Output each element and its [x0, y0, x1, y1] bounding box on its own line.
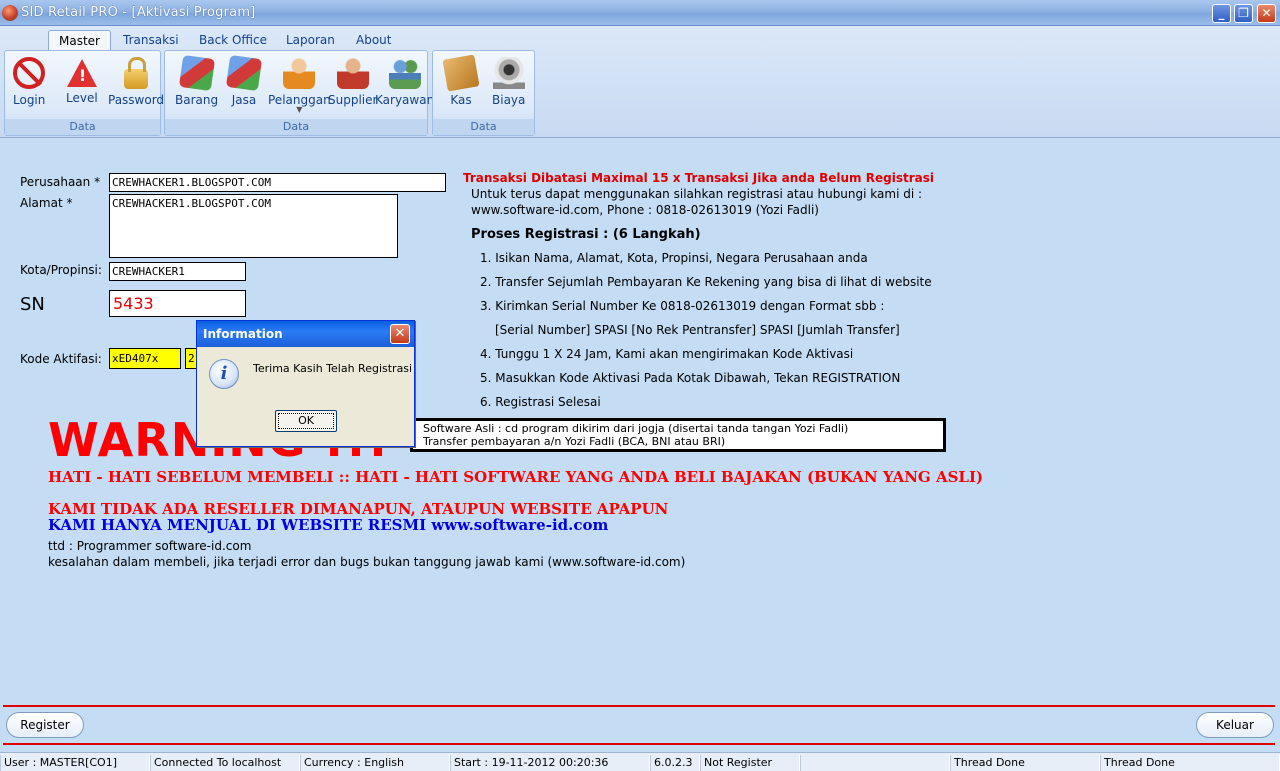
biaya-button[interactable]: Biaya: [492, 55, 525, 107]
info-line-1: Untuk terus dapat menggunakan silahkan r…: [471, 187, 923, 201]
kode-aktifasi-label: Kode Aktifasi:: [20, 352, 102, 366]
login-icon: [13, 57, 46, 89]
kas-label: Kas: [450, 93, 472, 107]
sn-label: SN: [20, 294, 45, 315]
tab-about[interactable]: About: [346, 30, 401, 50]
cube-icon: [225, 54, 263, 92]
group-caption: Data: [433, 119, 534, 135]
customer-icon: [283, 57, 316, 89]
status-registration: Not Register: [700, 755, 800, 771]
karyawan-label: Karyawan: [375, 93, 435, 107]
window-title: SID Retail PRO - [Aktivasi Program]: [21, 5, 256, 20]
keluar-button[interactable]: Keluar: [1196, 712, 1274, 738]
password-button[interactable]: Password: [108, 55, 164, 107]
registration-step: 2. Transfer Sejumlah Pembayaran Ke Reken…: [480, 275, 932, 289]
dialog-message: Terima Kasih Telah Registrasi: [253, 362, 413, 375]
barang-label: Barang: [175, 93, 219, 107]
app-icon[interactable]: [2, 5, 18, 21]
info-line-2: www.software-id.com, Phone : 0818-026130…: [471, 203, 819, 217]
perusahaan-input[interactable]: CREWHACKER1.BLOGSPOT.COM: [109, 173, 446, 192]
info-icon: i: [209, 359, 239, 389]
status-connection: Connected To localhost: [150, 755, 300, 771]
status-thread-2: Thread Done: [1100, 755, 1280, 771]
tab-master[interactable]: Master: [48, 30, 111, 50]
original-software-notice: Software Asli : cd program dikirim dari …: [410, 418, 946, 452]
title-bar: SID Retail PRO - [Aktivasi Program] _ ❐ …: [0, 0, 1280, 26]
registration-step: 5. Masukkan Kode Aktivasi Pada Kotak Dib…: [480, 371, 901, 385]
serial-number-field[interactable]: 5433: [109, 290, 246, 317]
kas-button[interactable]: Kas: [442, 54, 480, 107]
perusahaan-label: Perusahaan *: [20, 175, 101, 189]
lock-icon: [124, 57, 149, 89]
cube-icon: [178, 54, 215, 92]
divider: [3, 705, 1275, 707]
register-button[interactable]: Register: [6, 712, 84, 738]
ribbon-group-finance: Kas Biaya Data: [432, 50, 535, 136]
status-thread-1: Thread Done: [950, 755, 1100, 771]
dialog-close-button[interactable]: ✕: [390, 324, 410, 344]
level-button[interactable]: Level: [66, 55, 98, 105]
registration-step: 3. Kirimkan Serial Number Ke 0818-026130…: [480, 299, 885, 313]
transaction-limit-headline: Transaksi Dibatasi Maximal 15 x Transaks…: [463, 171, 934, 185]
registration-step-format: [Serial Number] SPASI [No Rek Pentransfe…: [495, 323, 900, 337]
tab-laporan[interactable]: Laporan: [276, 30, 345, 50]
supplier-label: Supplier: [328, 93, 378, 107]
registration-step: 6. Registrasi Selesai: [480, 395, 601, 409]
dropdown-caret-icon[interactable]: ▼: [268, 106, 331, 114]
group-caption: Data: [165, 119, 427, 135]
warning-icon: [66, 59, 97, 87]
information-dialog: Information ✕ i Terima Kasih Telah Regis…: [196, 320, 415, 447]
notice-line-1: Software Asli : cd program dikirim dari …: [423, 422, 849, 435]
login-button[interactable]: Login: [13, 55, 45, 107]
status-empty: [800, 755, 950, 771]
tab-back-office[interactable]: Back Office: [189, 30, 277, 50]
supplier-icon: [336, 57, 369, 89]
supplier-button[interactable]: Supplier: [328, 55, 377, 107]
alamat-textarea[interactable]: CREWHACKER1.BLOGSPOT.COM: [109, 194, 398, 258]
close-button[interactable]: ✕: [1257, 4, 1276, 23]
status-user: User : MASTER[CO1]: [0, 755, 150, 771]
biaya-label: Biaya: [492, 93, 526, 107]
employees-icon: [388, 57, 421, 89]
ribbon: Master Transaksi Back Office Laporan Abo…: [0, 26, 1280, 138]
ribbon-group-master-data: Barang Jasa Pelanggan ▼ Supplier Karyawa…: [164, 50, 434, 136]
warning-line-1: HATI - HATI SEBELUM MEMBELI :: HATI - HA…: [48, 468, 984, 486]
tab-transaksi[interactable]: Transaksi: [113, 30, 189, 50]
status-version: 6.0.2.3: [650, 755, 700, 771]
kota-label: Kota/Propinsi:: [20, 263, 102, 277]
level-label: Level: [66, 91, 98, 105]
activation-code-input-1[interactable]: xED407x: [109, 348, 181, 369]
karyawan-button[interactable]: Karyawan: [375, 55, 434, 107]
kota-input[interactable]: CREWHACKER1: [109, 262, 246, 281]
ribbon-group-security: Login Level Password Data: [4, 50, 164, 136]
status-start-time: Start : 19-11-2012 00:20:36: [450, 755, 650, 771]
status-currency: Currency : English: [300, 755, 450, 771]
registration-step: 1. Isikan Nama, Alamat, Kota, Propinsi, …: [480, 251, 868, 265]
ok-button[interactable]: OK: [275, 410, 337, 432]
minimize-button[interactable]: _: [1212, 4, 1231, 23]
jasa-label: Jasa: [231, 93, 257, 107]
dialog-title: Information: [203, 327, 283, 341]
notice-line-2: Transfer pembayaran a/n Yozi Fadli (BCA,…: [423, 435, 726, 448]
jasa-button[interactable]: Jasa: [225, 54, 263, 107]
restore-button[interactable]: ❐: [1234, 4, 1253, 23]
registration-process-heading: Proses Registrasi : (6 Langkah): [471, 227, 701, 242]
pelanggan-button[interactable]: Pelanggan ▼: [268, 55, 331, 114]
signature-text: ttd : Programmer software-id.com: [48, 539, 252, 553]
group-caption: Data: [5, 119, 160, 135]
alamat-label: Alamat *: [20, 196, 73, 210]
cash-book-icon: [442, 54, 480, 92]
warning-line-3: KAMI HANYA MENJUAL DI WEBSITE RESMI www.…: [48, 516, 609, 534]
disclaimer-text: kesalahan dalam membeli, jika terjadi er…: [48, 555, 686, 569]
dialog-title-bar: Information ✕: [197, 321, 414, 347]
webcam-icon: [492, 57, 525, 89]
status-bar: User : MASTER[CO1] Connected To localhos…: [0, 752, 1280, 771]
login-label: Login: [13, 93, 46, 107]
registration-step: 4. Tunggu 1 X 24 Jam, Kami akan mengirim…: [480, 347, 854, 361]
password-label: Password: [108, 93, 165, 107]
divider: [3, 743, 1275, 745]
barang-button[interactable]: Barang: [175, 54, 219, 107]
